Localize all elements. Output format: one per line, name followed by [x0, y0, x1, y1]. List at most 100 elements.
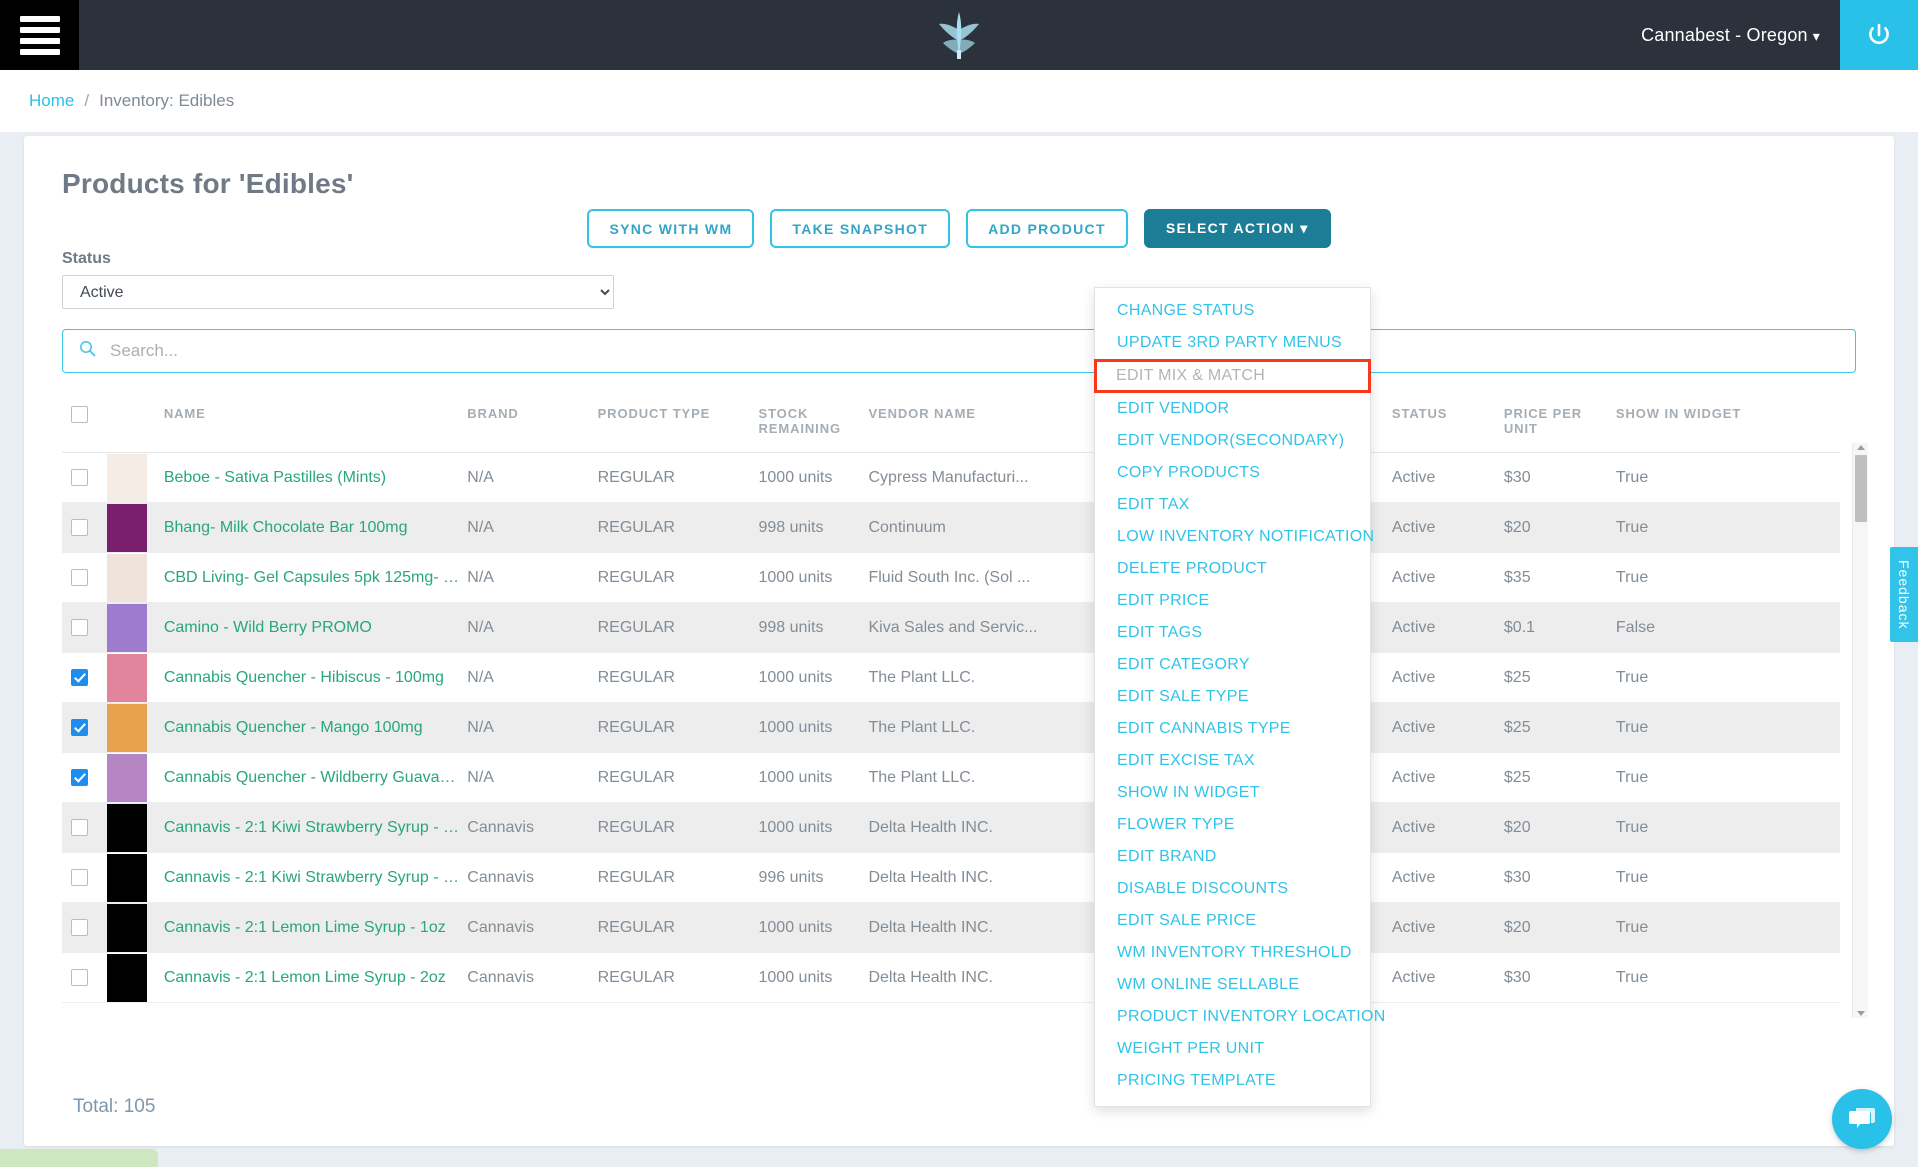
chat-widget-button[interactable] — [1832, 1089, 1892, 1149]
dropdown-item-show-in-widget[interactable]: SHOW IN WIDGET — [1095, 777, 1370, 809]
scroll-up-arrow-icon[interactable] — [1857, 445, 1865, 450]
table-vertical-scrollbar[interactable] — [1852, 443, 1868, 1018]
product-type-cell: REGULAR — [597, 702, 759, 753]
product-type-cell: REGULAR — [597, 802, 759, 853]
dropdown-item-product-inventory-location[interactable]: PRODUCT INVENTORY LOCATION — [1095, 1001, 1385, 1033]
dropdown-item-edit-tags[interactable]: EDIT TAGS — [1095, 617, 1370, 649]
row-checkbox[interactable] — [71, 719, 88, 736]
breadcrumb-home-link[interactable]: Home — [29, 91, 74, 111]
table-row[interactable]: Cannabis Quencher - Hibiscus - 100mg N/A R… — [62, 652, 1840, 703]
product-name-link[interactable]: Camino - Wild Berry PROMO — [164, 619, 467, 637]
dropdown-item-weight-per-unit[interactable]: WEIGHT PER UNIT — [1095, 1033, 1370, 1065]
sync-with-wm-button[interactable]: SYNC WITH WM — [587, 209, 755, 248]
product-name-cell[interactable]: Cannavis - 2:1 Kiwi Strawberry Syrup - 2… — [163, 852, 468, 903]
row-checkbox[interactable] — [71, 669, 88, 686]
scrollbar-thumb[interactable] — [1855, 455, 1867, 522]
products-table: NAME BRAND PRODUCT TYPE STOCK REMAINING VEND… — [62, 398, 1840, 1003]
table-row[interactable]: Cannavis - 2:1 Kiwi Strawberry Syrup - 2… — [62, 852, 1840, 903]
dropdown-item-edit-cannabis-type[interactable]: EDIT CANNABIS TYPE — [1095, 713, 1370, 745]
table-row[interactable]: Camino - Wild Berry PROMO N/A REGULAR 998 u… — [62, 602, 1840, 653]
select-all-checkbox[interactable] — [71, 406, 88, 423]
row-checkbox[interactable] — [71, 819, 88, 836]
product-name-link[interactable]: Cannabis Quencher - Mango 100mg — [164, 719, 467, 737]
row-checkbox[interactable] — [71, 969, 88, 986]
dropdown-item-edit-vendor[interactable]: EDIT VENDOR — [1095, 393, 1370, 425]
product-name-cell[interactable]: Cannabis Quencher - Hibiscus - 100mg — [163, 652, 468, 703]
product-name-cell[interactable]: Cannabis Quencher - Mango 100mg — [163, 702, 468, 753]
dropdown-item-edit-tax[interactable]: EDIT TAX — [1095, 489, 1370, 521]
table-row[interactable]: Bhang- Milk Chocolate Bar 100mg N/A REGULA… — [62, 502, 1840, 553]
product-name-cell[interactable]: Cannavis - 2:1 Lemon Lime Syrup - 2oz — [163, 952, 468, 1003]
select-all-header-cell — [62, 398, 107, 453]
dropdown-item-edit-sale-price[interactable]: EDIT SALE PRICE — [1095, 905, 1370, 937]
product-name-link[interactable]: Cannavis - 2:1 Kiwi Strawberry Syrup - 1… — [164, 819, 467, 837]
product-thumbnail-cell — [106, 502, 164, 553]
product-name-cell[interactable]: Camino - Wild Berry PROMO — [163, 602, 468, 653]
table-row[interactable]: Cannabis Quencher - Mango 100mg N/A REGULA… — [62, 702, 1840, 753]
row-checkbox[interactable] — [71, 469, 88, 486]
product-name-link[interactable]: CBD Living- Gel Capsules 5pk 125mg- 25mg… — [164, 569, 467, 587]
status-filter-select[interactable]: ActiveInactiveAll — [62, 275, 614, 309]
brand-cell: N/A — [467, 652, 598, 703]
feedback-tab[interactable]: Feedback — [1890, 547, 1918, 642]
product-thumbnail-cell — [106, 702, 164, 753]
table-row[interactable]: Cannavis - 2:1 Kiwi Strawberry Syrup - 1… — [62, 802, 1840, 853]
dropdown-item-edit-sale-type[interactable]: EDIT SALE TYPE — [1095, 681, 1370, 713]
product-name-cell[interactable]: Bhang- Milk Chocolate Bar 100mg — [163, 502, 468, 553]
row-checkbox[interactable] — [71, 869, 88, 886]
take-snapshot-button[interactable]: TAKE SNAPSHOT — [770, 209, 951, 248]
dropdown-item-edit-vendor-secondary[interactable]: EDIT VENDOR(SECONDARY) — [1095, 425, 1370, 457]
row-checkbox[interactable] — [71, 619, 88, 636]
table-row[interactable]: Cannavis - 2:1 Lemon Lime Syrup - 2oz Can… — [62, 952, 1840, 1003]
product-name-cell[interactable]: Beboe - Sativa Pastilles (Mints) — [163, 452, 468, 503]
product-name-cell[interactable]: CBD Living- Gel Capsules 5pk 125mg- 25mg… — [163, 552, 468, 603]
product-name-link[interactable]: Cannabis Quencher - Wildberry Guava 100m… — [164, 769, 467, 787]
product-name-link[interactable]: Cannavis - 2:1 Kiwi Strawberry Syrup - 2… — [164, 869, 467, 887]
dropdown-item-disable-discounts[interactable]: DISABLE DISCOUNTS — [1095, 873, 1370, 905]
dropdown-item-update-3rd-party-menus[interactable]: UPDATE 3RD PARTY MENUS — [1095, 327, 1370, 359]
row-checkbox[interactable] — [71, 569, 88, 586]
search-input[interactable] — [108, 340, 1855, 362]
account-selector[interactable]: Cannabest - Oregon ▾ — [1641, 25, 1840, 46]
dropdown-item-low-inventory-notification[interactable]: LOW INVENTORY NOTIFICATION — [1095, 521, 1374, 553]
dropdown-item-flower-type[interactable]: FLOWER TYPE — [1095, 809, 1370, 841]
dropdown-item-pricing-template[interactable]: PRICING TEMPLATE — [1095, 1065, 1370, 1097]
product-type-cell: REGULAR — [597, 952, 759, 1003]
product-image — [106, 703, 147, 752]
product-name-link[interactable]: Cannavis - 2:1 Lemon Lime Syrup - 1oz — [164, 919, 467, 937]
table-row[interactable]: Cannabis Quencher - Wildberry Guava 100m… — [62, 752, 1840, 803]
row-checkbox[interactable] — [71, 919, 88, 936]
dropdown-item-wm-inventory-threshold[interactable]: WM INVENTORY THRESHOLD — [1095, 937, 1370, 969]
select-action-button[interactable]: SELECT ACTION ▾ — [1143, 209, 1331, 248]
dropdown-item-edit-price[interactable]: EDIT PRICE — [1095, 585, 1370, 617]
product-name-cell[interactable]: Cannabis Quencher - Wildberry Guava 100m… — [163, 752, 468, 803]
product-name-link[interactable]: Cannabis Quencher - Hibiscus - 100mg — [164, 669, 467, 687]
row-select-cell — [62, 852, 107, 903]
table-row[interactable]: Beboe - Sativa Pastilles (Mints) N/A REGUL… — [62, 452, 1840, 503]
dropdown-item-edit-brand[interactable]: EDIT BRAND — [1095, 841, 1370, 873]
row-checkbox[interactable] — [71, 519, 88, 536]
row-checkbox[interactable] — [71, 769, 88, 786]
price-per-unit-cell: $20 — [1503, 902, 1616, 953]
dropdown-item-copy-products[interactable]: COPY PRODUCTS — [1095, 457, 1370, 489]
column-header-brand: BRAND — [467, 398, 598, 453]
dropdown-item-edit-excise-tax[interactable]: EDIT EXCISE TAX — [1095, 745, 1370, 777]
product-name-cell[interactable]: Cannavis - 2:1 Lemon Lime Syrup - 1oz — [163, 902, 468, 953]
scroll-down-arrow-icon[interactable] — [1857, 1011, 1865, 1016]
product-name-link[interactable]: Beboe - Sativa Pastilles (Mints) — [164, 469, 467, 487]
dropdown-item-delete-product[interactable]: DELETE PRODUCT — [1095, 553, 1370, 585]
product-name-link[interactable]: Cannavis - 2:1 Lemon Lime Syrup - 2oz — [164, 969, 467, 987]
product-name-cell[interactable]: Cannavis - 2:1 Kiwi Strawberry Syrup - 1… — [163, 802, 468, 853]
search-box[interactable] — [62, 329, 1856, 373]
show-in-widget-cell: True — [1615, 802, 1840, 853]
hamburger-menu-icon[interactable] — [0, 0, 79, 70]
power-logout-button[interactable] — [1840, 0, 1918, 70]
dropdown-item-change-status[interactable]: CHANGE STATUS — [1095, 295, 1370, 327]
product-name-link[interactable]: Bhang- Milk Chocolate Bar 100mg — [164, 519, 467, 537]
table-row[interactable]: CBD Living- Gel Capsules 5pk 125mg- 25mg… — [62, 552, 1840, 603]
dropdown-item-edit-category[interactable]: EDIT CATEGORY — [1095, 649, 1370, 681]
dropdown-item-wm-online-sellable[interactable]: WM ONLINE SELLABLE — [1095, 969, 1370, 1001]
column-header-price-per-unit: PRICE PER UNIT — [1503, 398, 1616, 453]
add-product-button[interactable]: ADD PRODUCT — [966, 209, 1128, 248]
table-row[interactable]: Cannavis - 2:1 Lemon Lime Syrup - 1oz Can… — [62, 902, 1840, 953]
